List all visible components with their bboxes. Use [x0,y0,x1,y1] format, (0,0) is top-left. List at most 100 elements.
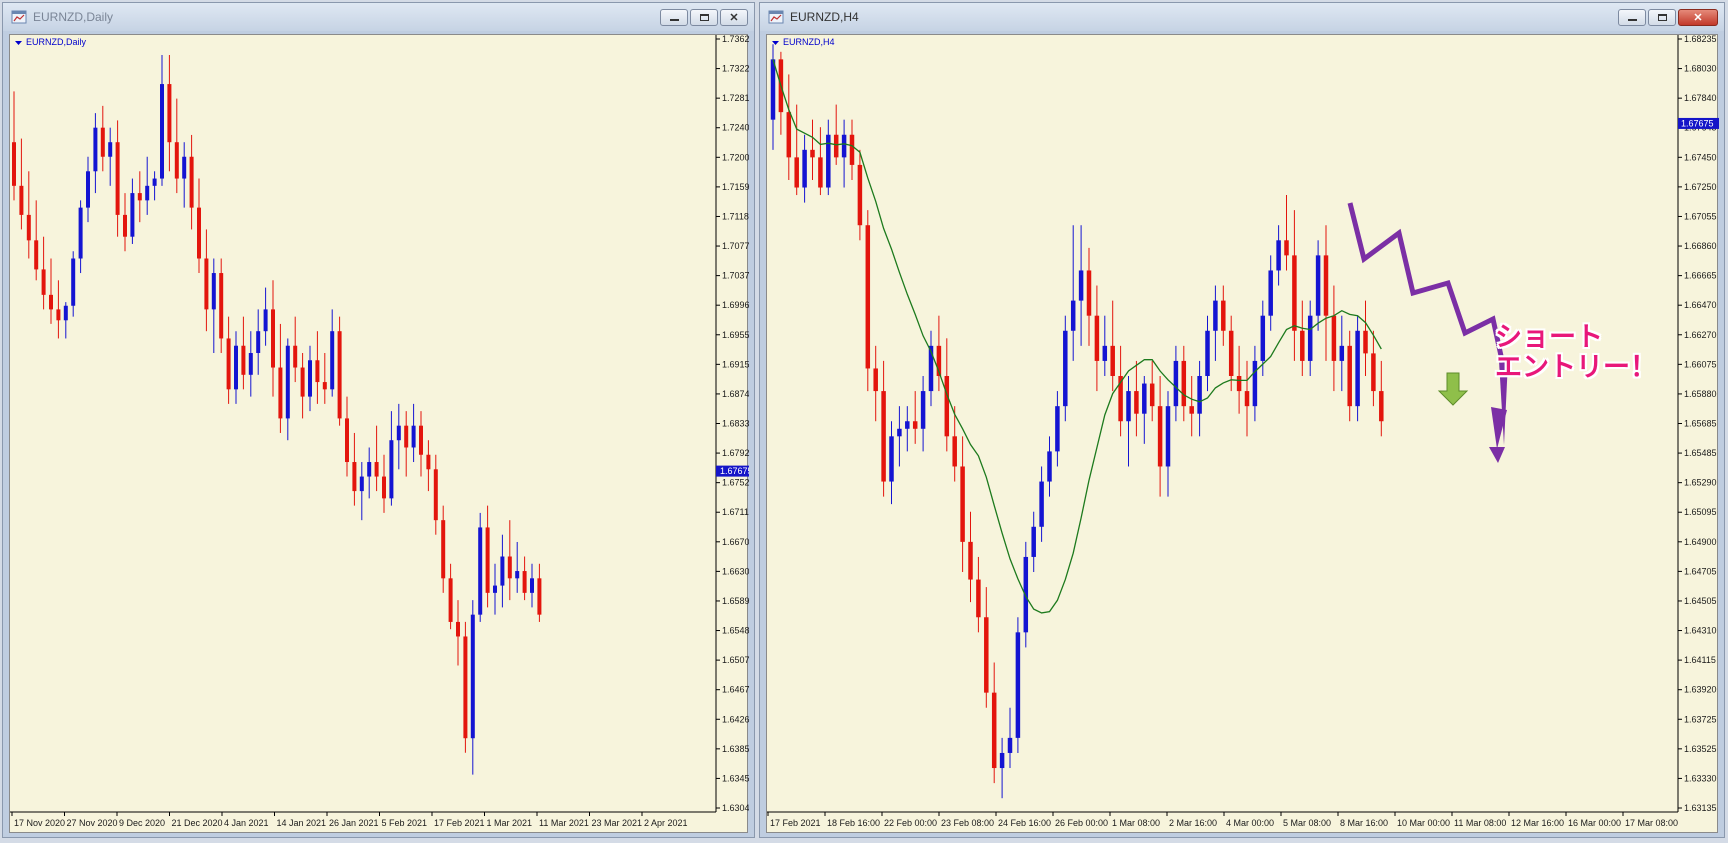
time-label: 9 Dec 2020 [119,818,165,828]
candle [849,119,855,180]
daily-chart-area[interactable]: 1.73620 1.73220 1.72810 1.72400 1.72000 1.715… [9,34,749,834]
h4-time-axis: 17 Feb 2021 18 Feb 16:00 22 Feb 00:00 23 Fe… [767,812,1678,828]
price-label: 1.67250 [1684,182,1717,192]
time-label: 22 Feb 00:00 [884,818,937,828]
candle [56,280,61,339]
candle [1086,247,1092,346]
candle-body [530,578,534,593]
candle-body [1323,255,1329,316]
maximize-icon [699,13,709,21]
candle [34,200,39,281]
h4-close-button[interactable]: ✕ [1678,8,1718,26]
candle-body [1371,353,1376,392]
price-label: 1.72000 [722,152,749,162]
candle [1063,315,1068,422]
candle-body [810,149,815,158]
price-label: 1.66470 [1684,300,1717,310]
daily-chart-canvas[interactable]: 1.73620 1.73220 1.72810 1.72400 1.72000 1.715… [10,35,749,834]
moving-average-line [772,59,1382,614]
candle-body [1315,255,1321,316]
candle [778,51,784,135]
time-label: 17 Feb 2021 [434,818,485,828]
candle [1094,285,1100,392]
candle [537,563,542,622]
candle-body [345,418,349,463]
candle-body [991,692,997,769]
candle-body [897,428,902,437]
h4-maximize-button[interactable] [1648,8,1676,26]
candle-body [841,134,847,158]
h4-chart-canvas[interactable]: 1.682351.680301.678401.676451.674501.672… [767,35,1719,834]
h4-minimize-button[interactable] [1618,8,1646,26]
candle [1315,240,1321,331]
h4-window-titlebar[interactable]: EURNZD,H4 ✕ [760,3,1724,31]
candle [241,316,246,390]
candle-body [794,157,799,188]
candle-body [263,309,268,332]
daily-window-title: EURNZD,Daily [33,10,114,24]
candle [1252,345,1258,422]
short-entry-annotation: ショート エントリー！ [1495,323,1657,383]
daily-close-button[interactable]: ✕ [720,8,748,26]
candle [905,406,910,452]
price-label: 1.66075 [1684,359,1717,369]
candle-body [857,164,863,226]
candle-body [1142,383,1147,414]
h4-chart-area[interactable]: 1.682351.680301.678401.676451.674501.672… [766,34,1719,834]
candle-body [865,225,871,369]
daily-window-titlebar[interactable]: EURNZD,Daily ✕ [3,3,754,31]
price-label: 1.63725 [1684,714,1717,724]
candle-body [108,142,113,157]
candle-body [1307,315,1313,361]
price-label: 1.72810 [722,93,749,103]
price-label: 1.67450 [1684,152,1717,162]
candle [802,134,807,203]
candle [1142,376,1147,444]
candle [100,105,105,172]
candle [1134,360,1139,437]
candle [485,505,490,608]
price-label: 1.71180 [722,211,749,221]
candle-body [1197,376,1202,414]
candle-body [1347,345,1352,407]
candle [1379,360,1384,437]
candle-body [463,636,468,739]
triangle-down-icon[interactable] [15,41,22,45]
price-label: 1.65685 [1684,419,1717,429]
annotation-line-2: エントリー！ [1495,352,1657,383]
candle-body [226,338,231,390]
candle [463,621,468,753]
minimize-icon [1627,19,1637,21]
price-label: 1.63920 [1684,685,1717,695]
candle-body [211,273,216,310]
price-label: 1.72400 [722,123,749,133]
candle [1276,225,1281,286]
candle [86,156,90,223]
candle [936,315,942,392]
candle [322,352,327,404]
candle [833,104,839,165]
candle [1007,707,1013,769]
candle-body [1015,632,1021,738]
candle [1023,541,1029,648]
candle-body [374,462,379,477]
candle [1213,285,1218,361]
daily-minimize-button[interactable] [660,8,688,26]
price-label: 1.64260 [722,714,749,724]
candle-body [881,391,886,482]
h4-symbol-label: EURNZD,H4 [783,37,835,47]
candle-body [1205,330,1210,377]
candle-body [396,425,401,441]
minimize-icon [669,19,679,21]
price-label: 1.64310 [1684,626,1717,636]
candle [419,411,423,477]
time-label: 23 Feb 08:00 [941,818,994,828]
candle-body [999,752,1005,769]
candle-body [456,621,460,637]
daily-maximize-button[interactable] [690,8,718,26]
candle-body [1086,270,1092,316]
candle-body [912,421,918,429]
candle-body [241,345,246,375]
candle-body [1047,451,1052,482]
candle [786,74,792,180]
